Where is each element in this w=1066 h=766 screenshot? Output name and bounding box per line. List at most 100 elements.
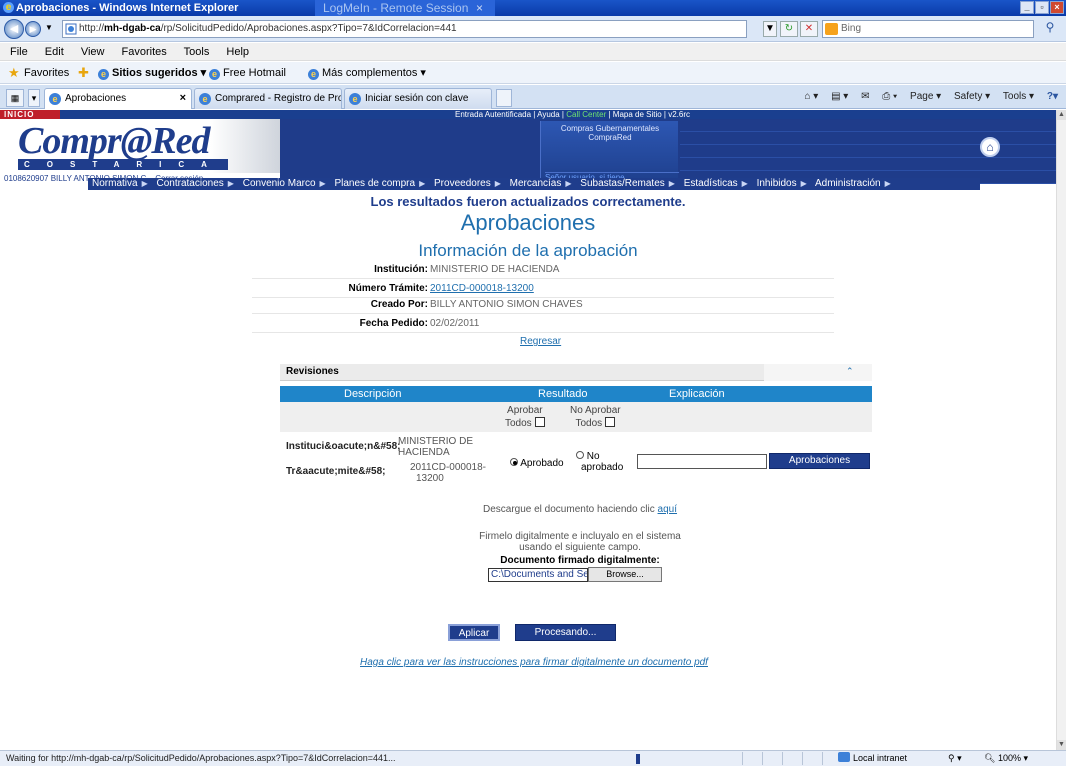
tab-iniciar-sesion[interactable]: e Iniciar sesión con clave [344,88,492,109]
nav-normativa[interactable]: Normativa [92,178,138,189]
nav-administracion[interactable]: Administración [815,178,881,189]
nav-convenio-marco[interactable]: Convenio Marco [243,178,316,189]
favorites-star-icon[interactable]: ★ [8,66,20,79]
ie-icon: e [209,69,220,80]
collapse-icon[interactable]: ⌃ [846,366,854,377]
menu-view[interactable]: View [81,46,105,58]
stop-icon[interactable]: ✕ [800,21,818,37]
new-tab-icon[interactable] [496,89,512,107]
zoom-control[interactable]: 🔍︎ 100% ▾ [984,751,1028,766]
tab-bar: ▦ ▾ e Aprobaciones × e Comprared - Regis… [0,85,1066,109]
radio-aprobado-button[interactable] [510,458,518,466]
maximize-icon[interactable]: ▫ [1035,1,1049,14]
menu-tools[interactable]: Tools [184,46,210,58]
tab-list-icon[interactable]: ▾ [28,89,40,107]
nav-planes-de-compra[interactable]: Planes de compra [334,178,415,189]
address-dropdown-icon[interactable]: ▼ [763,21,777,37]
address-row: ◀ ▶ ▼ http://mh-dgab-ca/rp/SolicitudPedi… [0,16,1066,42]
nav-mercancias[interactable]: Mercancías [510,178,562,189]
menu-favorites[interactable]: Favorites [122,46,167,58]
window-title-bar: e Aprobaciones - Windows Internet Explor… [0,0,1066,16]
no-aprobar-todos: No Aprobar Todos [570,405,621,429]
tab-page-icon: e [199,93,211,105]
success-message: Los resultados fueron actualizados corre… [370,194,686,209]
fav-mas-complementos[interactable]: e Más complementos ▾ [308,62,426,84]
history-dropdown-icon[interactable]: ▼ [45,23,53,32]
tab-page-icon: e [349,93,361,105]
mail-icon[interactable]: ✉ [861,91,869,102]
explicacion-input[interactable] [637,454,767,469]
tab-page-icon: e [49,93,61,105]
info-value: BILLY ANTONIO SIMON CHAVES [430,299,583,310]
close-window-icon[interactable]: × [1050,1,1064,14]
info-value: 02/02/2011 [430,318,480,329]
logmein-close-icon[interactable]: × [476,0,483,16]
protected-mode-icon[interactable]: ⚲ ▾ [948,751,962,766]
security-zone[interactable]: Local intranet [838,751,907,766]
add-favorite-icon[interactable]: ✚ [78,66,89,79]
home-icon[interactable]: ⌂ [980,137,1000,157]
scroll-up-icon[interactable]: ▲ [1057,110,1066,120]
menu-edit[interactable]: Edit [45,46,64,58]
row-value-tramite: 2011CD-000018- 13200 [410,462,486,484]
menu-file[interactable]: File [10,46,28,58]
aprobaciones-button[interactable]: Aprobaciones [769,453,870,469]
help-icon[interactable]: ?▾ [1047,91,1058,102]
vertical-scrollbar[interactable]: ▲ ▼ [1056,110,1066,750]
col-explicacion: Explicación [669,388,725,400]
row-value-institucion: MINISTERIO DE HACIENDA [398,436,474,458]
procesando-button[interactable]: Procesando... [515,624,616,641]
nav-inhibidos[interactable]: Inhibidos [757,178,797,189]
inicio-link[interactable]: INICIO [0,110,60,119]
cmd-safety[interactable]: Safety ▾ [954,91,990,102]
browse-button[interactable]: Browse... [588,567,662,582]
search-box[interactable]: Bing [822,20,1034,38]
menu-help[interactable]: Help [226,46,249,58]
radio-aprobado[interactable]: Aprobado [510,458,564,469]
no-aprobar-todos-checkbox[interactable] [605,417,616,427]
aplicar-button[interactable]: Aplicar [448,624,500,641]
call-center-link[interactable]: Call Center [566,110,606,119]
cmd-page[interactable]: Page ▾ [910,91,941,102]
print-icon[interactable]: ⎙ ▾ [882,91,897,102]
aprobar-todos-checkbox[interactable] [534,417,545,427]
ayuda-link[interactable]: Ayuda [537,110,560,119]
fav-sitios-sugeridos[interactable]: e Sitios sugeridos ▾ [98,62,206,84]
tab-aprobaciones[interactable]: e Aprobaciones × [44,88,192,109]
entrada-link[interactable]: Entrada Autentificada [455,110,531,119]
file-path-input[interactable]: C:\Documents and Se [488,568,588,582]
logo[interactable]: Compr@Red COSTARICA [0,119,280,173]
quick-tabs-icon[interactable]: ▦ [6,89,24,107]
scroll-down-icon[interactable]: ▼ [1057,740,1066,750]
row-label-tramite: Tr&aacute;mite&#58; [286,466,386,477]
nav-subastas[interactable]: Subastas/Remates [580,178,665,189]
page-title: Aprobaciones [460,210,596,235]
forward-arrow-icon[interactable]: ▶ [25,21,41,37]
address-bar[interactable]: http://mh-dgab-ca/rp/SolicitudPedido/Apr… [62,20,747,38]
refresh-icon[interactable]: ↻ [780,21,798,37]
tramite-link[interactable]: 2011CD-000018-13200 [430,280,534,297]
cmd-tools[interactable]: Tools ▾ [1003,91,1034,102]
firmelo-text: Firmelo digitalmente e incluyalo en el s… [479,531,681,553]
radio-no-aprobado[interactable]: No aprobado [576,451,623,473]
feeds-icon[interactable]: ▤ ▾ [831,91,848,102]
fav-free-hotmail[interactable]: e Free Hotmail [209,62,286,84]
home-cmd-icon[interactable]: ⌂ ▾ [804,91,818,102]
tab-close-icon[interactable]: × [180,89,186,108]
search-icon[interactable]: ⚲ [1038,20,1062,38]
back-arrow-icon[interactable]: ◀ [4,19,24,39]
main-nav: Normativa ▶ Contrataciones ▶ Convenio Marc… [88,178,980,190]
nav-contrataciones[interactable]: Contrataciones [157,178,224,189]
nav-estadisticas[interactable]: Estadísticas [684,178,738,189]
radio-no-aprobado-button[interactable] [576,451,584,459]
favorites-bar: ★ Favorites ✚ e Sitios sugeridos ▾ e Free … [0,62,1066,84]
mapa-link[interactable]: Mapa de Sitio [613,110,662,119]
instrucciones-link[interactable]: Haga clic para ver las instrucciones par… [0,657,1056,668]
tab-comprared-registro[interactable]: e Comprared - Registro de Pro... [194,88,342,109]
info-label: Número Trámite: [348,283,428,294]
nav-proveedores[interactable]: Proveedores [434,178,491,189]
favorites-button[interactable]: Favorites [24,62,69,84]
minimize-icon[interactable]: _ [1020,1,1034,14]
aqui-link[interactable]: aquí [658,504,677,515]
regresar-link[interactable]: Regresar [520,336,561,347]
